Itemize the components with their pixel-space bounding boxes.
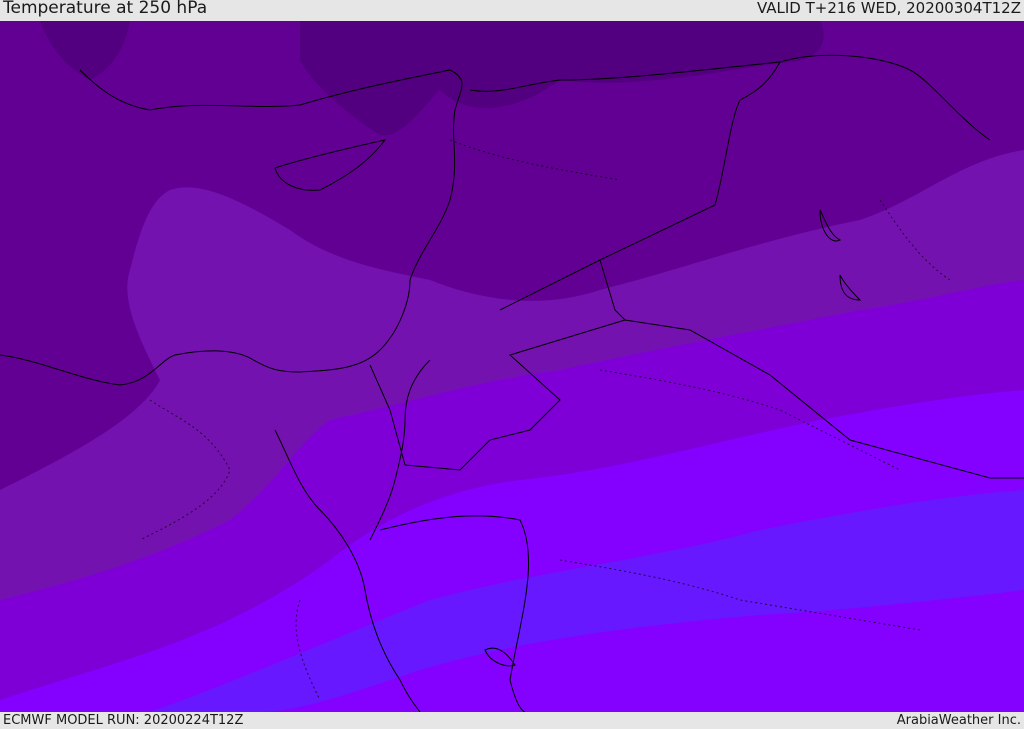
credit: ArabiaWeather Inc.	[896, 713, 1021, 728]
temperature-map	[0, 21, 1024, 712]
map-canvas	[0, 21, 1024, 712]
footer-bar: ECMWF MODEL RUN: 20200224T12Z ArabiaWeat…	[0, 712, 1024, 729]
valid-time: VALID T+216 WED, 20200304T12Z	[756, 0, 1021, 17]
model-run: ECMWF MODEL RUN: 20200224T12Z	[3, 713, 244, 728]
header-bar: Temperature at 250 hPa VALID T+216 WED, …	[0, 0, 1024, 21]
map-title: Temperature at 250 hPa	[3, 0, 208, 18]
